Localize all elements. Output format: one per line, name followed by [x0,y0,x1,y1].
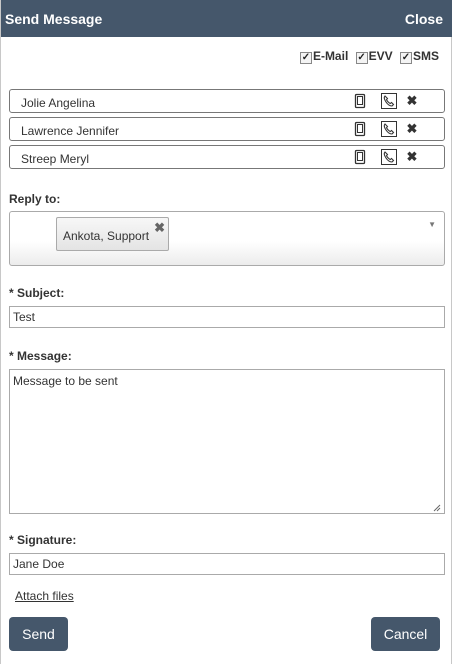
email-checkbox[interactable]: ✓ [299,52,312,64]
recipient-row: Jolie Angelina ✖ [9,89,445,113]
sms-checkbox[interactable]: ✓ [399,52,412,64]
recipient-name: Lawrence Jennifer [21,124,120,138]
remove-recipient-icon[interactable]: ✖ [404,94,420,110]
mobile-phone-icon[interactable] [352,93,368,109]
attach-files-link[interactable]: Attach files [15,589,74,603]
send-message-dialog: Send Message Close ✓ E-Mail ✓ EVV ✓ SMS Jol… [0,0,452,664]
message-label: * Message: [9,349,72,363]
signature-label: * Signature: [9,533,77,547]
remove-recipient-icon[interactable]: ✖ [404,150,420,166]
recipient-row: Lawrence Jennifer ✖ [9,117,445,141]
reply-to-chip-label: Ankota, Support [63,229,150,243]
remove-reply-to-icon[interactable]: ✖ [154,220,165,236]
mobile-phone-icon[interactable] [352,149,368,165]
remove-recipient-icon[interactable]: ✖ [404,122,420,138]
cancel-button[interactable]: Cancel [371,617,440,651]
sms-label: SMS [412,49,439,63]
channel-email[interactable]: ✓ E-Mail [299,49,349,64]
subject-label: * Subject: [9,286,65,300]
phone-icon[interactable] [381,121,397,137]
recipient-name: Streep Meryl [21,152,90,166]
evv-label: EVV [368,49,393,63]
recipient-name: Jolie Angelina [21,96,96,110]
signature-input[interactable] [9,553,445,575]
channel-evv[interactable]: ✓ EVV [355,49,393,64]
mobile-phone-icon[interactable] [352,121,368,137]
evv-checkbox[interactable]: ✓ [355,52,368,64]
subject-input[interactable] [9,306,445,328]
chevron-down-icon[interactable]: ▼ [428,220,436,229]
dialog-titlebar: Send Message Close [1,0,452,37]
reply-to-chip: Ankota, Support ✖ [56,217,169,251]
channel-sms[interactable]: ✓ SMS [399,49,439,64]
reply-to-select[interactable]: Ankota, Support ✖ ▼ [9,211,445,266]
dialog-title: Send Message [5,11,103,27]
phone-icon[interactable] [381,149,397,165]
phone-icon[interactable] [381,93,397,109]
message-textarea[interactable]: Message to be sent [9,369,445,514]
resize-grip-icon[interactable] [433,504,441,512]
recipient-row: Streep Meryl ✖ [9,145,445,169]
email-label: E-Mail [312,49,349,63]
close-button[interactable]: Close [405,11,443,27]
reply-to-label: Reply to: [9,192,61,206]
send-button[interactable]: Send [9,617,68,651]
channel-options: ✓ E-Mail ✓ EVV ✓ SMS [296,49,439,64]
